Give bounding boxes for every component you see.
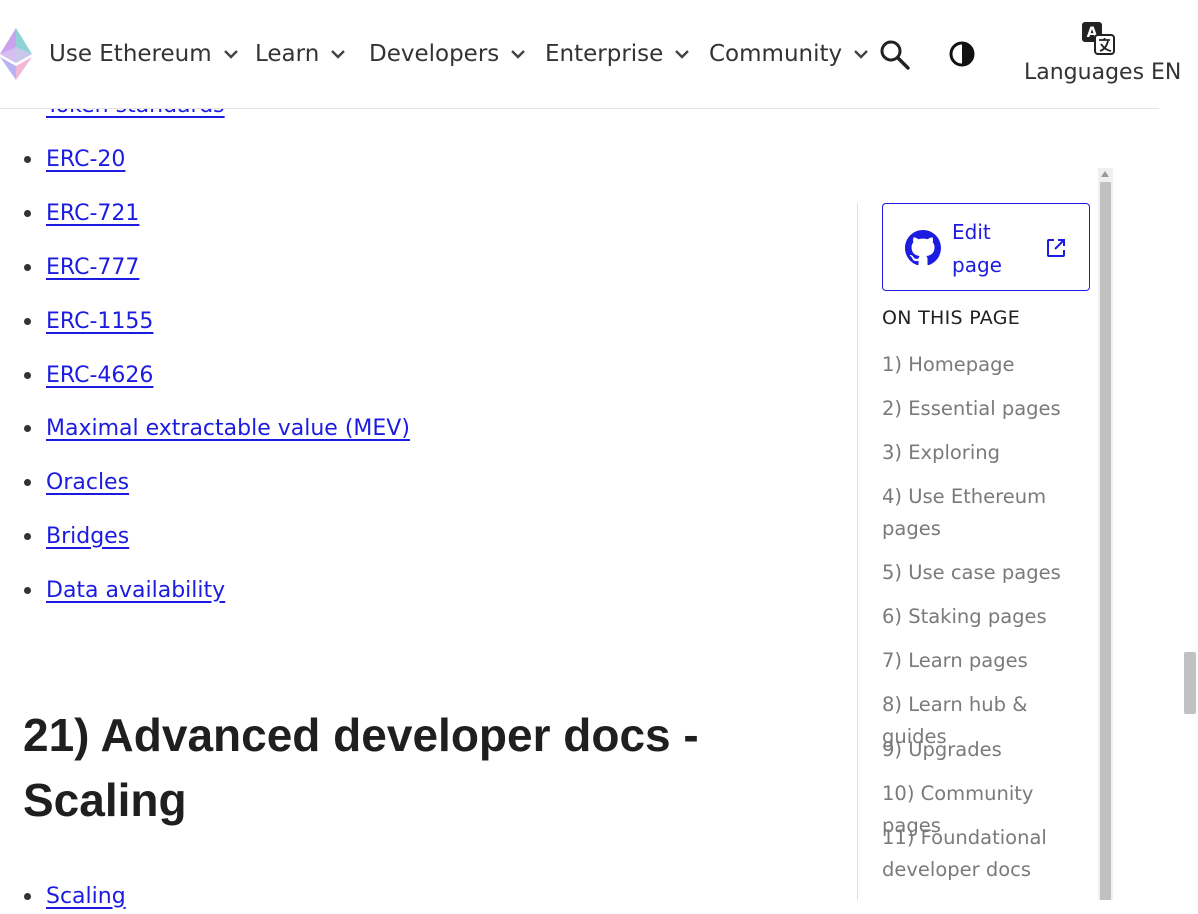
edit-page-label: Edit page [952,220,1002,277]
link-erc-20[interactable]: ERC-20 [46,147,125,172]
languages-label: Languages EN [1024,60,1182,85]
toc-item-upgrades[interactable]: 9) Upgrades [882,734,1096,766]
toc-item-foundational-developer-docs[interactable]: 11) Foundational developer docs [882,822,1096,886]
nav-use-ethereum[interactable]: Use Ethereum [49,37,240,71]
search-icon[interactable] [878,38,912,72]
external-link-icon [1045,237,1067,259]
list-item: Data availability [24,572,225,608]
toc-item-use-ethereum-pages[interactable]: 4) Use Ethereum pages [882,481,1096,545]
list-item: Scaling [24,878,126,914]
bullet [24,263,31,271]
chevron-down-icon [854,50,868,59]
section-heading: 21) Advanced developer docs - Scaling [23,709,699,826]
bullet [24,209,31,217]
nav-developers[interactable]: Developers [369,37,527,71]
nav-label: Learn [255,41,320,67]
toc-item-use-case-pages[interactable]: 5) Use case pages [882,557,1096,589]
bullet [24,317,31,325]
link-data-availability[interactable]: Data availability [46,578,225,603]
link-erc-4626[interactable]: ERC-4626 [46,363,153,388]
link-erc-721[interactable]: ERC-721 [46,201,139,226]
bullet [24,586,31,594]
list-item: Oracles [24,464,129,500]
github-icon [905,230,941,266]
nav-learn[interactable]: Learn [255,37,347,71]
chevron-down-icon [511,50,526,59]
link-erc-777[interactable]: ERC-777 [46,255,139,280]
page-scrollbar-thumb[interactable] [1184,652,1196,714]
link-mev[interactable]: Maximal extractable value (MEV) [46,416,410,441]
toc-title: ON THIS PAGE [882,307,1021,329]
translate-icon: A [1080,20,1116,56]
nav-label: Community [709,41,843,67]
list-item: Maximal extractable value (MEV) [24,410,410,446]
list-item: ERC-4626 [24,357,153,393]
link-erc-1155[interactable]: ERC-1155 [46,309,153,334]
toc-item-essential-pages[interactable]: 2) Essential pages [882,393,1096,425]
bullet [24,155,31,163]
chevron-down-icon [223,50,238,59]
bullet [24,478,31,486]
top-navigation: Use Ethereum Learn Developers Enterprise… [0,0,1181,109]
nav-enterprise[interactable]: Enterprise [545,37,691,71]
nav-label: Enterprise [545,41,664,67]
theme-toggle-icon[interactable] [946,38,978,70]
languages-button[interactable]: A Languages EN [1024,18,1194,90]
sidebar-scrollbar-thumb[interactable] [1100,182,1111,900]
bullet [24,892,31,900]
list-item: ERC-721 [24,195,139,231]
chevron-down-icon [331,50,346,59]
bullet [24,424,31,432]
nav-community[interactable]: Community [709,37,870,71]
toc-item-learn-pages[interactable]: 7) Learn pages [882,645,1096,677]
nav-label: Developers [369,41,500,67]
edit-page-button[interactable]: Edit page [882,203,1090,291]
link-oracles[interactable]: Oracles [46,470,129,495]
bullet [24,371,31,379]
link-bridges[interactable]: Bridges [46,524,129,549]
sidebar-divider [857,203,858,900]
main-content: Token standards ERC-20 ERC-721 ERC-777 E… [0,0,840,909]
toc-item-homepage[interactable]: 1) Homepage [882,349,1096,381]
page-scrollbar[interactable] [1181,0,1198,900]
toc-item-staking-pages[interactable]: 6) Staking pages [882,601,1096,633]
list-item: ERC-777 [24,249,139,285]
nav-label: Use Ethereum [49,41,212,67]
bullet [24,532,31,540]
list-item: ERC-1155 [24,303,153,339]
toc-item-exploring[interactable]: 3) Exploring [882,437,1096,469]
sidebar-scroll-up-arrow[interactable] [1101,171,1109,177]
list-item: Bridges [24,518,129,554]
list-item: ERC-20 [24,141,125,177]
ethereum-logo[interactable] [0,28,32,80]
link-scaling[interactable]: Scaling [46,884,126,909]
chevron-down-icon [675,50,690,59]
